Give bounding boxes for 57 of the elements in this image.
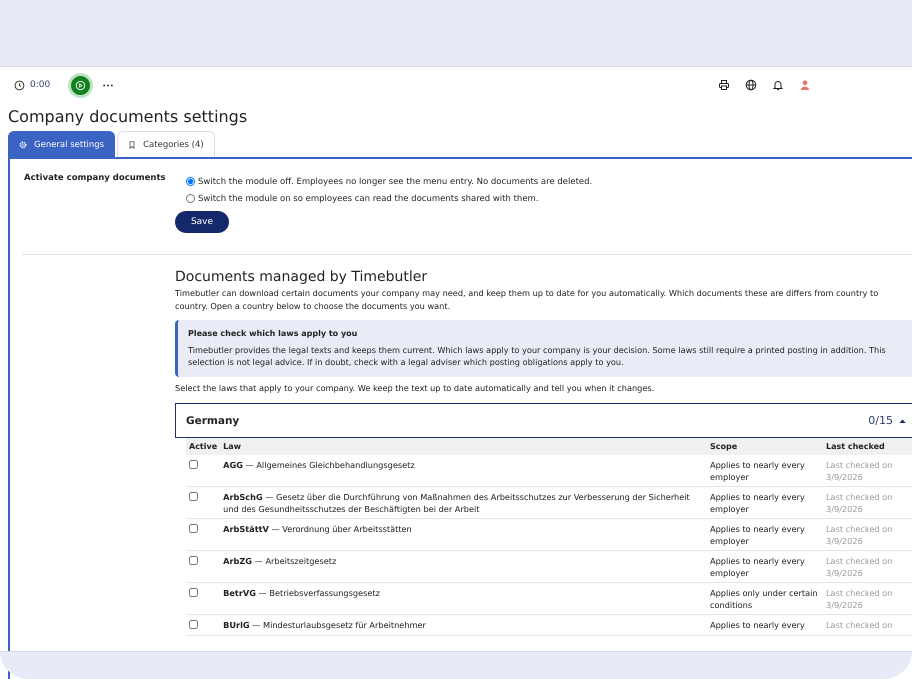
last-checked-text: Last checked on 3/9/2026 (826, 556, 892, 578)
law-text: ArbSchG — Gesetz über die Durchführung von Maßnahmen des Arbeitsschutzes zur Verbesserung der Sicherheit und des Gesundheitsschutzes der Beschäftigten bei der Arbeit (223, 492, 690, 514)
notice-title: Please check which laws apply to you (188, 329, 358, 338)
bookmark-icon (128, 140, 136, 148)
scope-text: Applies to nearly every employer (710, 460, 805, 482)
notice-text: Timebutler provides the legal texts and keeps them current. Which laws apply to your company is your decision. Some laws still require a printed posting in addition. This selection is not legal advice. If in doubt, check with a legal adviser which posting obligations apply to you. (188, 344, 887, 368)
country-accordion[interactable]: Germany 0/15 (175, 403, 912, 438)
scope-text: Applies to nearly every employer (710, 556, 805, 578)
count-text: 0/15 (868, 414, 893, 427)
checkbox[interactable] (189, 460, 198, 469)
last-checked-text: Last checked on 3/9/2026 (826, 588, 892, 610)
user-icon[interactable] (799, 79, 811, 91)
tab[interactable]: General settings (8, 131, 116, 157)
play-icon (75, 80, 86, 90)
globe-icon[interactable] (745, 79, 757, 91)
checkbox[interactable] (189, 556, 198, 565)
checkbox[interactable] (189, 588, 198, 597)
scope-text: Applies to nearly every (710, 620, 805, 630)
radio-button[interactable] (186, 177, 195, 186)
column-header: Active (186, 438, 220, 455)
scope-text: Applies to nearly every employer (710, 492, 805, 514)
last-checked-text: Last checked on (826, 620, 892, 630)
section-heading: Documents managed by Timebutler (175, 269, 428, 285)
save-button[interactable]: Save (175, 211, 229, 233)
law-text: BetrVG — Betriebsverfassungsgesetz (223, 588, 380, 598)
option-label: Switch the module on so employees can read the documents shared with them. (198, 194, 539, 204)
caret-icon (899, 418, 906, 422)
gear-icon (19, 140, 27, 148)
intro-text: Timebutler can download certain documents your company may need, and keep them up to date for you automatically. Which documents these are differs from country to country. Open a country below to choose the documents you want. (175, 287, 880, 313)
country-name: Germany (186, 414, 240, 426)
radio-button[interactable] (186, 194, 195, 203)
last-checked-text: Last checked on 3/9/2026 (826, 492, 892, 514)
timer-text: 0:00 (30, 80, 50, 90)
last-checked-text: Last checked on 3/9/2026 (826, 460, 892, 482)
column-header: Last checked (823, 438, 912, 455)
page-title: Company documents settings (8, 107, 248, 126)
clock-icon (14, 80, 25, 90)
checkbox[interactable] (189, 492, 198, 501)
checkbox[interactable] (189, 620, 198, 629)
checkbox[interactable] (189, 524, 198, 533)
setting-label: Activate company documents (24, 173, 167, 185)
bell-icon[interactable] (772, 79, 784, 91)
scope-text: Applies only under certain conditions (710, 588, 818, 610)
column-header: Law (220, 438, 707, 455)
more-icon[interactable] (103, 84, 114, 86)
scope-text: Applies to nearly every employer (710, 524, 805, 546)
tab[interactable]: Categories (4) (117, 131, 215, 157)
law-text: ArbZG — Arbeitszeitgesetz (223, 556, 336, 566)
last-checked-text: Last checked on 3/9/2026 (826, 524, 892, 546)
law-text: AGG — Allgemeines Gleichbehandlungsgesetz (223, 460, 415, 470)
law-text: BUrlG — Mindesturlaubsgesetz für Arbeitnehmer (223, 620, 426, 630)
column-header: Scope (707, 438, 823, 455)
printer-icon[interactable] (718, 79, 730, 91)
law-text: ArbStättV — Verordnung über Arbeitsstätten (223, 524, 412, 534)
play-button[interactable] (68, 72, 94, 98)
option-label: Switch the module off. Employees no longer see the menu entry. No documents are deleted. (198, 176, 592, 186)
instruction-text: Select the laws that apply to your company. We keep the text up to date automatically and tell you when it changes. (175, 382, 656, 395)
